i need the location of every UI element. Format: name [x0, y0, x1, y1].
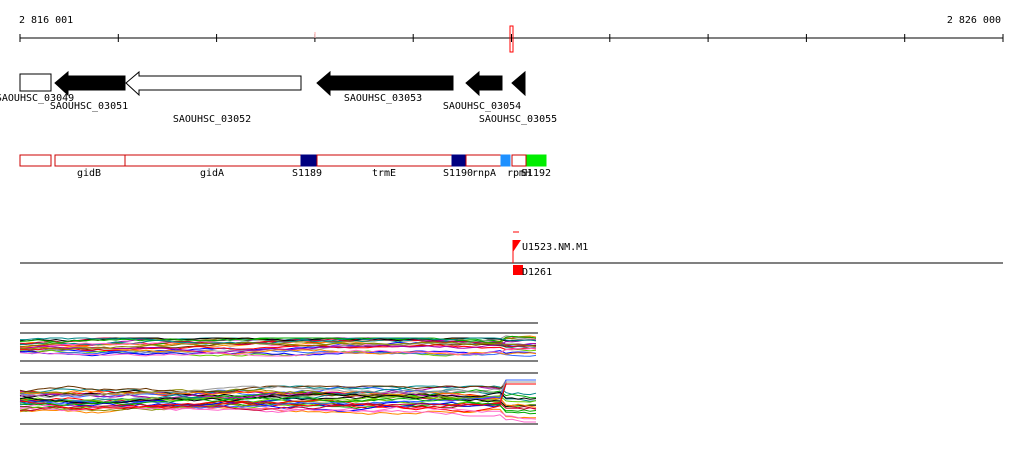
feature-label-rnpa: rnpA [472, 168, 496, 179]
gene-saouhsc-03053[interactable]: SAOUHSC_03053 [316, 70, 454, 104]
upper-marker-label: U1523.NM.M1 [522, 242, 588, 253]
gene-shape[interactable] [465, 70, 503, 97]
gene-saouhsc-03052[interactable]: SAOUHSC_03052 [125, 70, 302, 125]
feature-box-gidb[interactable] [54, 154, 126, 167]
gene-shape[interactable] [19, 73, 52, 92]
gene-label: SAOUHSC_03055 [479, 114, 557, 125]
feature-box-gida[interactable] [124, 154, 302, 167]
gene-label: SAOUHSC_03051 [50, 101, 128, 112]
gene-shape[interactable] [54, 70, 126, 97]
ruler-end-label: 2 826 000 [947, 15, 1001, 26]
feature-label-gidb: gidB [77, 168, 101, 179]
feature-box-s1189[interactable] [300, 154, 318, 167]
gene-track: SAOUHSC_03049 SAOUHSC_03051 SAOUHSC_0305… [0, 70, 557, 125]
feature-box-rpmh[interactable] [500, 154, 511, 167]
feature-box-03049[interactable] [19, 154, 52, 167]
upper-flag-icon[interactable] [513, 240, 521, 252]
gene-shape[interactable] [511, 70, 526, 97]
marker-track: U1523.NM.M1 D1261 [20, 231, 1003, 278]
feature-label-trme: trmE [372, 168, 396, 179]
gene-label: SAOUHSC_03053 [344, 93, 422, 104]
lower-marker-label: D1261 [522, 267, 552, 278]
genome-browser-view: 2 816 001 2 826 000 SAOUHSC_03049 SAOUHS… [0, 15, 1004, 425]
feature-label-s1190: S1190 [443, 168, 473, 179]
ruler-start-label: 2 816 001 [19, 15, 73, 26]
expression-lines-lower [19, 379, 537, 423]
gene-shape[interactable] [125, 70, 302, 97]
gene-label: SAOUHSC_03052 [173, 114, 251, 125]
gene-shape[interactable] [316, 70, 454, 97]
feature-box-trme[interactable] [316, 154, 453, 167]
coordinate-ruler: 2 816 001 2 826 000 [19, 15, 1004, 53]
feature-label-s1189: S1189 [292, 168, 322, 179]
feature-box-rnpa[interactable] [465, 154, 502, 167]
expression-panel-lower [19, 372, 538, 425]
gene-saouhsc-03054[interactable]: SAOUHSC_03054 [443, 70, 521, 112]
gene-label: SAOUHSC_03054 [443, 101, 521, 112]
feature-label-gida: gidA [200, 168, 224, 179]
feature-label-s1192: S1192 [521, 168, 551, 179]
feature-box-s1192[interactable] [526, 154, 547, 167]
feature-box-s1190[interactable] [451, 154, 467, 167]
gene-saouhsc-03051[interactable]: SAOUHSC_03051 [50, 70, 128, 112]
feature-box-03055[interactable] [511, 154, 527, 167]
feature-track: gidB gidA S1189 trmE S1190 rnpA rpmH S11… [19, 154, 551, 179]
expression-panel-upper [19, 322, 538, 362]
